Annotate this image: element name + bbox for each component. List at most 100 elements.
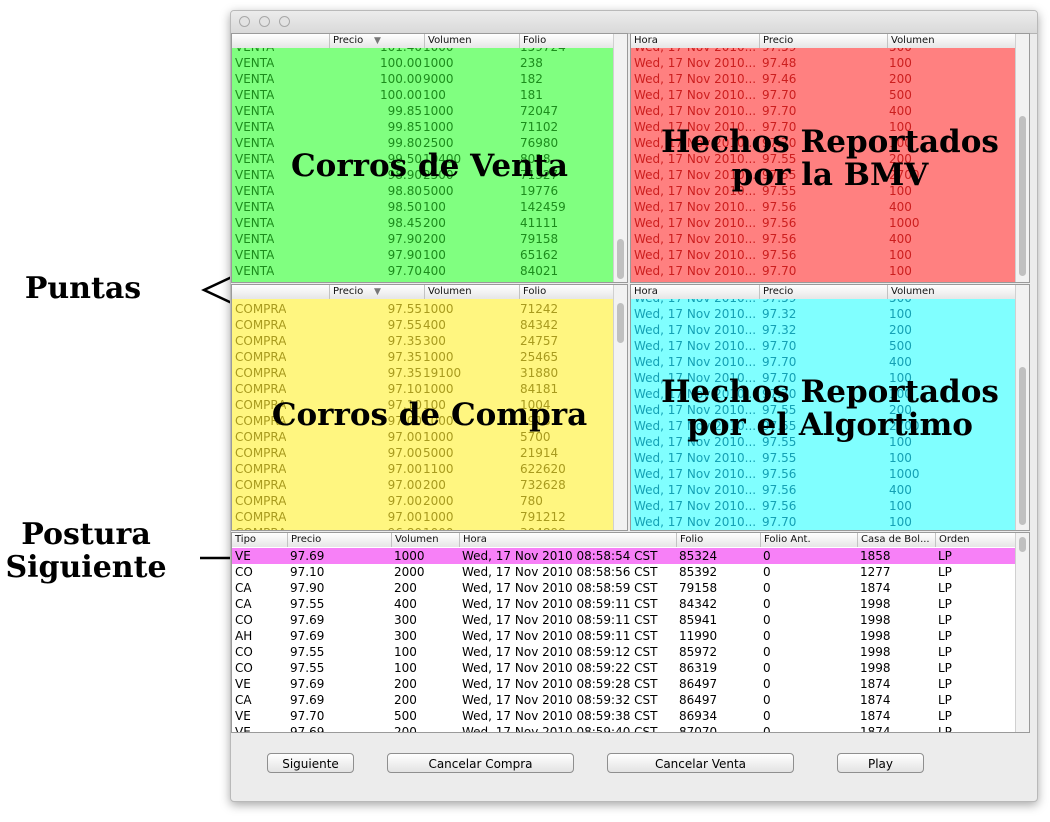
bmv-trade-row[interactable]: Wed, 17 Nov 2010... 97.56 1000 — [631, 215, 1015, 231]
bmv-trade-row[interactable]: Wed, 17 Nov 2010... 97.48 100 — [631, 55, 1015, 71]
sell-order-row[interactable]: VENTA 101.401000 159724 — [232, 48, 613, 55]
bmv-trade-row[interactable]: Wed, 17 Nov 2010... 97.70 100 — [631, 263, 1015, 279]
order-stream-table[interactable]: Tipo Precio Volumen Hora Folio Folio Ant… — [231, 532, 1030, 733]
buy-order-row[interactable]: COMPRA 97.00 2000 780 — [232, 493, 613, 509]
orders-col-hora[interactable]: Hora — [459, 533, 676, 547]
algo-col-volumen[interactable]: Volumen — [887, 285, 1017, 299]
orders-col-folio-ant[interactable]: Folio Ant. — [760, 533, 857, 547]
algo-trade-row[interactable]: Wed, 17 Nov 2010... 97.56 100 — [631, 498, 1015, 514]
algo-trade-row[interactable]: Wed, 17 Nov 2010... 97.32 100 — [631, 306, 1015, 322]
bmv-scrollbar[interactable] — [1015, 34, 1029, 282]
sell-order-row[interactable]: VENTA 98.50 100 142459 — [232, 199, 613, 215]
sell-orders-table[interactable]: Precio ▼ Volumen Folio VENTA101.40100015… — [231, 33, 628, 283]
bmv-trade-row[interactable]: Wed, 17 Nov 2010... 97.46 200 — [631, 71, 1015, 87]
algo-trade-row[interactable]: Wed, 17 Nov 2010... 97.56 1000 — [631, 466, 1015, 482]
algo-trade-row[interactable]: Wed, 17 Nov 2010...97.59 500 — [631, 299, 1015, 306]
sell-col-volumen[interactable]: Volumen — [424, 34, 519, 48]
buy-order-row[interactable]: COMPRA 97.35 1000 25465 — [232, 349, 613, 365]
buy-order-row[interactable]: COMPRA 97.00 1000 4918 — [232, 413, 613, 429]
order-stream-row[interactable]: VE 97.69 1000 Wed, 17 Nov 2010 08:58:54 CST… — [232, 548, 1015, 564]
bmv-scroll-thumb[interactable] — [1019, 116, 1026, 276]
sell-order-row[interactable]: VENTA 99.80 2500 76980 — [232, 135, 613, 151]
buy-order-row[interactable]: COMPRA 97.10 100 1004 — [232, 397, 613, 413]
bmv-trade-row[interactable]: Wed, 17 Nov 2010... 97.70 100 — [631, 119, 1015, 135]
orders-col-precio[interactable]: Precio — [287, 533, 391, 547]
buy-order-row[interactable]: COMPRA 97.00 5000 21914 — [232, 445, 613, 461]
sell-order-row[interactable]: VENTA 97.70 400 84021 — [232, 263, 613, 279]
order-stream-row[interactable]: AH 97.69 300 Wed, 17 Nov 2010 08:59:11 CST 1… — [232, 628, 1015, 644]
sell-order-row[interactable]: VENTA 100.00 1000 238 — [232, 55, 613, 71]
sell-order-row[interactable]: VENTA 99.85 1000 71102 — [232, 119, 613, 135]
sell-scroll-thumb[interactable] — [617, 239, 624, 279]
siguiente-button[interactable]: Siguiente — [267, 753, 354, 773]
order-stream-row[interactable]: VE 97.70 500 Wed, 17 Nov 2010 08:59:38 CST 8… — [232, 708, 1015, 724]
orders-scrollbar[interactable] — [1015, 533, 1029, 732]
algo-trade-row[interactable]: Wed, 17 Nov 2010... 97.70 100 — [631, 514, 1015, 530]
algo-col-hora[interactable]: Hora — [631, 285, 759, 299]
buy-col-folio[interactable]: Folio — [519, 285, 615, 299]
orders-col-casa[interactable]: Casa de Bol... — [857, 533, 935, 547]
algo-trade-row[interactable]: Wed, 17 Nov 2010... 97.55 200 — [631, 402, 1015, 418]
bmv-col-volumen[interactable]: Volumen — [887, 34, 1017, 48]
bmv-trade-row[interactable]: Wed, 17 Nov 2010... 97.56 400 — [631, 199, 1015, 215]
order-stream-row[interactable]: CA 97.90 200 Wed, 17 Nov 2010 08:58:59 CST 7… — [232, 580, 1015, 596]
sell-scrollbar[interactable] — [613, 34, 627, 282]
order-stream-row[interactable]: CA 97.69 200 Wed, 17 Nov 2010 08:59:32 CST 8… — [232, 692, 1015, 708]
order-stream-row[interactable]: CO 97.69 300 Wed, 17 Nov 2010 08:59:11 CST 8… — [232, 612, 1015, 628]
buy-scroll-thumb[interactable] — [617, 303, 624, 343]
orders-col-folio[interactable]: Folio — [676, 533, 760, 547]
algo-trade-row[interactable]: Wed, 17 Nov 2010... 97.70 100 — [631, 386, 1015, 402]
zoom-window-button[interactable] — [279, 16, 290, 27]
sell-order-row[interactable]: VENTA 97.90 100 65162 — [232, 247, 613, 263]
algo-trade-row[interactable]: Wed, 17 Nov 2010... 97.70 100 — [631, 370, 1015, 386]
sell-order-row[interactable]: VENTA 98.80 5000 19776 — [232, 183, 613, 199]
sell-order-row[interactable]: VENTA 98.90 2500 71327 — [232, 167, 613, 183]
buy-order-row[interactable]: COMPRA 97.00 1000 791212 — [232, 509, 613, 525]
bmv-col-precio[interactable]: Precio — [759, 34, 887, 48]
algo-scroll-thumb[interactable] — [1019, 367, 1026, 525]
sell-col-folio[interactable]: Folio — [519, 34, 615, 48]
order-stream-row[interactable]: CA 97.55 400 Wed, 17 Nov 2010 08:59:11 CST 8… — [232, 596, 1015, 612]
bmv-trade-row[interactable]: Wed, 17 Nov 2010... 97.56 400 — [631, 231, 1015, 247]
orders-col-orden[interactable]: Orden — [935, 533, 1017, 547]
bmv-trade-row[interactable]: Wed, 17 Nov 2010... 97.70 100 — [631, 135, 1015, 151]
algo-trade-row[interactable]: Wed, 17 Nov 2010... 97.55 100 — [631, 434, 1015, 450]
order-stream-row[interactable]: VE 97.69 200 Wed, 17 Nov 2010 08:59:28 CST 8… — [232, 676, 1015, 692]
algo-col-precio[interactable]: Precio — [759, 285, 887, 299]
buy-order-row[interactable]: COMPRA 97.00 1000 5700 — [232, 429, 613, 445]
algo-scrollbar[interactable] — [1015, 285, 1029, 530]
buy-order-row[interactable]: COMPRA 97.00 1100 622620 — [232, 461, 613, 477]
sell-order-row[interactable]: VENTA 99.50 10400 8018 — [232, 151, 613, 167]
orders-col-tipo[interactable]: Tipo — [232, 533, 287, 547]
buy-scrollbar[interactable] — [613, 285, 627, 530]
order-stream-row[interactable]: CO 97.10 2000 Wed, 17 Nov 2010 08:58:56 CST… — [232, 564, 1015, 580]
bmv-trade-row[interactable]: Wed, 17 Nov 2010... 97.55 100 — [631, 183, 1015, 199]
bmv-trade-row[interactable]: Wed, 17 Nov 2010...97.59 500 — [631, 48, 1015, 55]
bmv-trade-row[interactable]: Wed, 17 Nov 2010... 97.70 400 — [631, 103, 1015, 119]
cancelar-compra-button[interactable]: Cancelar Compra — [387, 753, 574, 773]
buy-order-row[interactable]: COMPRA 97.10 1000 84181 — [232, 381, 613, 397]
bmv-trades-table[interactable]: Hora Precio Volumen Wed, 17 Nov 2010... 9… — [630, 33, 1030, 283]
sell-order-row[interactable]: VENTA 100.00 100 181 — [232, 87, 613, 103]
play-button[interactable]: Play — [837, 753, 924, 773]
buy-col-volumen[interactable]: Volumen — [424, 285, 519, 299]
buy-order-row[interactable]: COMPRA 97.35 19100 31880 — [232, 365, 613, 381]
algo-trade-row[interactable]: Wed, 17 Nov 2010... 97.56 400 — [631, 482, 1015, 498]
sell-order-row[interactable]: VENTA 98.45 200 41111 — [232, 215, 613, 231]
bmv-trade-row[interactable]: Wed, 17 Nov 2010... 97.55 2700 — [631, 167, 1015, 183]
bmv-trade-row[interactable]: Wed, 17 Nov 2010... 97.55 200 — [631, 151, 1015, 167]
buy-order-row[interactable]: COMPRA 97.55 1000 71242 — [232, 301, 613, 317]
minimize-window-button[interactable] — [259, 16, 270, 27]
title-bar[interactable] — [231, 11, 1037, 34]
algo-trade-row[interactable]: Wed, 17 Nov 2010... 97.55 100 — [631, 450, 1015, 466]
buy-order-row[interactable]: COMPRA 97.00 200 732628 — [232, 477, 613, 493]
sell-order-row[interactable]: VENTA 100.00 9000 182 — [232, 71, 613, 87]
algo-trades-table[interactable]: Hora Precio Volumen Wed, 17 Nov 2010... 9… — [630, 284, 1030, 531]
bmv-trade-row[interactable]: Wed, 17 Nov 2010... 97.70 500 — [631, 87, 1015, 103]
sell-order-row[interactable]: VENTA 99.85 1000 72047 — [232, 103, 613, 119]
algo-trade-row[interactable]: Wed, 17 Nov 2010... 97.70 400 — [631, 354, 1015, 370]
bmv-trade-row[interactable]: Wed, 17 Nov 2010... 97.56 100 — [631, 247, 1015, 263]
algo-trade-row[interactable]: Wed, 17 Nov 2010... 97.55 2700 — [631, 418, 1015, 434]
bmv-col-hora[interactable]: Hora — [631, 34, 759, 48]
buy-orders-table[interactable]: Precio ▼ Volumen Folio COMPRA 97.55 1000 71… — [231, 284, 628, 531]
